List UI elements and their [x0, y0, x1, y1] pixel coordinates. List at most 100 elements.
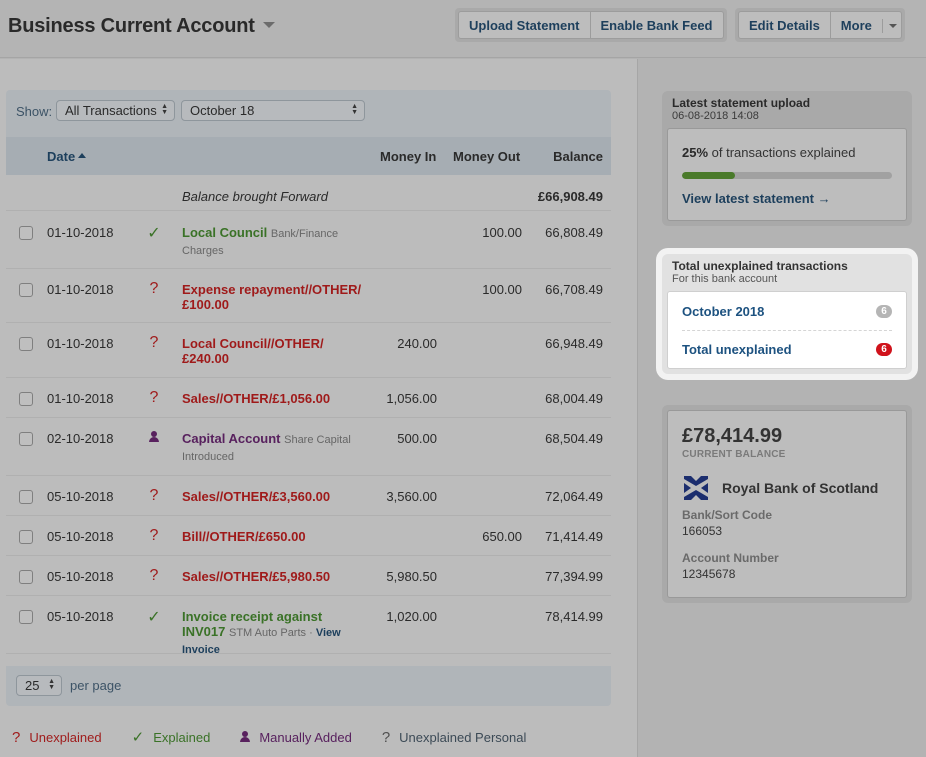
column-money-in: Money In [380, 149, 437, 164]
chevron-down-icon [262, 21, 275, 28]
row-checkbox[interactable] [19, 490, 33, 504]
column-date-label: Date [47, 149, 76, 164]
transaction-date: 01-10-2018 [47, 225, 114, 240]
count-badge: 6 [876, 343, 892, 356]
row-checkbox[interactable] [19, 570, 33, 584]
period-select[interactable]: October 18 ▲ ▼ [181, 100, 365, 121]
transaction-title[interactable]: Sales//OTHER/£3,560.00 [182, 489, 330, 504]
transaction-title[interactable]: Local Council [182, 225, 267, 240]
legend-label: Explained [153, 729, 211, 745]
transaction-row[interactable]: 05-10-2018? Sales//OTHER/£3,560.00 3,560.0… [6, 476, 611, 516]
per-page-label: per page [70, 678, 122, 693]
explained-summary: 25% of transactions explained [668, 129, 906, 160]
statement-card-title: Latest statement upload [672, 96, 811, 110]
question-mark-icon: ? [149, 567, 159, 584]
transaction-title[interactable]: Capital Account [182, 431, 280, 446]
row-checkbox[interactable] [19, 283, 33, 297]
more-button[interactable]: More [830, 11, 902, 39]
money-out-value: 100.00 [482, 225, 522, 240]
transaction-status: ? [146, 527, 162, 545]
filter-bar: Show: All Transactions ▲ ▼ October 18 ▲ ▼ [6, 90, 611, 137]
count-badge: 6 [876, 304, 892, 318]
checkmark-icon: ✓ [147, 609, 161, 626]
transaction-row[interactable]: 01-10-2018 ✓ Local Council Bank/Finance Ch… [6, 212, 611, 269]
transaction-date: 02-10-2018 [47, 431, 114, 446]
legend-explained: ✓ Explained [132, 728, 211, 746]
balance-value: 66,808.49 [545, 225, 603, 240]
account-button-group: Edit Details More [735, 8, 905, 42]
unexplained-transactions-card: Total unexplained transactions For this … [662, 254, 912, 374]
bank-name: Royal Bank of Scotland [722, 480, 879, 496]
question-mark-icon: ? [12, 728, 21, 746]
per-page-select[interactable]: 25 ▲ ▼ [16, 675, 62, 696]
transaction-row[interactable]: 05-10-2018? Sales//OTHER/£5,980.50 5,980.5… [6, 556, 611, 596]
transaction-description: Local Council//OTHER/ £240.00 [182, 336, 367, 366]
money-in-value: 3,560.00 [386, 489, 437, 504]
more-label: More [840, 18, 872, 33]
transaction-title[interactable]: Sales//OTHER/£1,056.00 [182, 391, 330, 406]
transaction-title[interactable]: Expense repayment//OTHER/£100.00 [182, 282, 361, 312]
transaction-status: ? [146, 487, 162, 505]
table-header: Date Money In Money Out Balance [6, 137, 611, 175]
money-in-value: 240.00 [397, 336, 437, 351]
transaction-type-value: All Transactions [65, 103, 157, 118]
sort-ascending-icon [78, 153, 87, 159]
transaction-title[interactable]: Sales//OTHER/£5,980.50 [182, 569, 330, 584]
transaction-title[interactable]: Bill//OTHER/£650.00 [182, 529, 306, 544]
row-checkbox[interactable] [19, 530, 33, 544]
column-money-out: Money Out [453, 149, 521, 164]
transaction-row[interactable]: 01-10-2018? Expense repayment//OTHER/£100… [6, 269, 611, 323]
brought-forward-label: Balance brought Forward [182, 189, 328, 204]
transaction-row[interactable]: 05-10-2018? Bill//OTHER/£650.00 650.00 71,4… [6, 516, 611, 556]
statement-timestamp: 06-08-2018 14:08 [672, 110, 759, 122]
select-arrows-icon: ▲ ▼ [161, 103, 168, 116]
latest-statement-card: Latest statement upload 06-08-2018 14:08… [662, 91, 912, 226]
transaction-category: STM Auto Parts · [229, 627, 316, 639]
balance-value: 72,064.49 [545, 489, 603, 504]
question-mark-icon: ? [149, 487, 159, 504]
question-mark-icon: ? [149, 334, 159, 351]
transaction-status: ? [146, 389, 162, 407]
legend-label: Manually Added [259, 729, 352, 745]
unexplained-month-link[interactable]: October 2018 6 [682, 292, 892, 330]
explained-progress-bar [682, 172, 892, 179]
transaction-description: Sales//OTHER/£3,560.00 [182, 489, 367, 504]
upload-statement-button[interactable]: Upload Statement [458, 11, 591, 39]
enable-bank-feed-button[interactable]: Enable Bank Feed [590, 11, 724, 39]
transaction-title[interactable]: Local Council//OTHER/ £240.00 [182, 336, 324, 366]
unexplained-card-subtitle: For this bank account [672, 273, 778, 285]
row-checkbox[interactable] [19, 610, 33, 624]
explained-progress-fill [682, 172, 735, 179]
total-unexplained-link[interactable]: Total unexplained 6 [682, 330, 892, 368]
column-balance: Balance [553, 149, 603, 164]
transaction-description: Local Council Bank/Finance Charges [182, 225, 367, 259]
transaction-row[interactable]: 02-10-2018 Capital Account Share Capital … [6, 418, 611, 476]
row-checkbox[interactable] [19, 226, 33, 240]
account-title-dropdown[interactable]: Business Current Account [8, 15, 275, 38]
row-checkbox[interactable] [19, 337, 33, 351]
transaction-type-select[interactable]: All Transactions ▲ ▼ [56, 100, 175, 121]
explained-percent: 25% [682, 145, 709, 160]
question-mark-icon: ? [149, 527, 159, 544]
transaction-date: 05-10-2018 [47, 609, 114, 624]
money-in-value: 500.00 [397, 431, 437, 446]
transaction-description: Capital Account Share Capital Introduced [182, 431, 367, 465]
column-date-sort[interactable]: Date [47, 149, 87, 164]
transaction-status: ✓ [146, 607, 162, 627]
select-arrows-icon: ▲ ▼ [351, 103, 358, 116]
account-number-label: Account Number [682, 551, 779, 565]
transaction-row[interactable]: 05-10-2018 ✓ Invoice receipt against INV01… [6, 596, 611, 656]
transaction-description: Bill//OTHER/£650.00 [182, 529, 367, 544]
balance-value: 66,948.49 [545, 336, 603, 351]
money-in-value: 5,980.50 [386, 569, 437, 584]
row-checkbox[interactable] [19, 432, 33, 446]
transaction-description: Sales//OTHER/£5,980.50 [182, 569, 367, 584]
transaction-date: 05-10-2018 [47, 569, 114, 584]
transaction-row[interactable]: 01-10-2018? Sales//OTHER/£1,056.00 1,056.0… [6, 378, 611, 418]
transaction-date: 01-10-2018 [47, 282, 114, 297]
transaction-description: Sales//OTHER/£1,056.00 [182, 391, 367, 406]
edit-details-button[interactable]: Edit Details [738, 11, 831, 39]
transaction-row[interactable]: 01-10-2018? Local Council//OTHER/ £240.00… [6, 323, 611, 378]
row-checkbox[interactable] [19, 392, 33, 406]
view-latest-statement-link[interactable]: View latest statement → [668, 179, 906, 220]
